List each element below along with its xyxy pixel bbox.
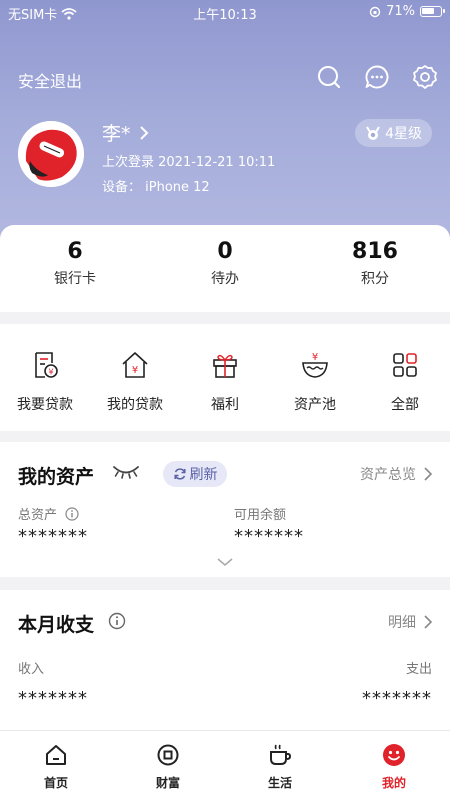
stat-bank-cards[interactable]: 6 银行卡 — [0, 239, 150, 288]
device-info: 设备： iPhone 12 — [102, 180, 210, 195]
star-level-label: 4星级 — [385, 126, 422, 142]
tab-label: 生活 — [267, 776, 292, 790]
user-name-row[interactable]: 李* — [102, 119, 149, 146]
home-icon — [46, 745, 66, 765]
profile-section: 李* 上次登录 2021-12-21 10:11 设备： iPhone 12 4… — [0, 115, 450, 205]
available-balance-label: 可用余额 — [234, 508, 287, 523]
chevron-down-icon[interactable] — [215, 556, 235, 568]
coffee-icon — [270, 744, 292, 765]
total-assets-label-row: 总资产 — [18, 504, 79, 523]
search-icon[interactable] — [316, 64, 342, 90]
refresh-icon — [173, 468, 186, 480]
top-nav: 安全退出 — [0, 62, 450, 94]
quick-actions: ¥ 我要贷款 ¥ 我的贷款 福利 ¥ 资产池 全部 — [0, 324, 450, 431]
total-assets-label: 总资产 — [18, 508, 58, 523]
orientation-lock-icon — [369, 6, 381, 17]
avatar[interactable] — [18, 121, 84, 187]
info-icon[interactable] — [65, 506, 79, 521]
stat-value: 816 — [352, 239, 398, 264]
quick-action-label: 福利 — [211, 397, 239, 413]
stat-points[interactable]: 816 积分 — [300, 239, 450, 288]
chevron-right-icon — [424, 615, 432, 629]
asset-overview-link[interactable]: 资产总览 — [360, 464, 432, 484]
income-label: 收入 — [18, 662, 45, 677]
asset-pool-icon: ¥ — [302, 352, 328, 378]
tab-bar: 首页 财富 生活 我的 — [0, 730, 450, 800]
monthly-section: 本月收支 明细 收入 支出 ******* ******* — [0, 590, 450, 730]
loan-apply-icon: ¥ — [35, 352, 58, 378]
quick-action-label: 全部 — [391, 397, 419, 413]
status-bar: 无SIM卡 上午10:13 71% — [0, 0, 450, 24]
quick-action-label: 我的贷款 — [107, 397, 163, 413]
stat-label: 银行卡 — [54, 271, 96, 287]
refresh-button[interactable]: 刷新 — [163, 461, 227, 487]
quick-action-label: 我要贷款 — [17, 397, 73, 413]
chevron-right-icon — [424, 467, 432, 481]
clock: 上午10:13 — [193, 8, 257, 23]
wealth-icon — [157, 744, 179, 766]
chevron-right-icon — [139, 125, 148, 140]
stat-todo[interactable]: 0 待办 — [150, 239, 300, 288]
tab-mine[interactable]: 我的 — [338, 743, 450, 791]
tab-label: 财富 — [155, 776, 180, 790]
quick-action-asset-pool[interactable]: ¥ 资产池 — [270, 350, 360, 414]
info-icon[interactable] — [108, 612, 126, 630]
svg-text:¥: ¥ — [312, 352, 318, 363]
my-loan-icon: ¥ — [122, 352, 148, 378]
total-assets-value: ******* — [18, 526, 88, 547]
stats-card: 6 银行卡 0 待办 816 积分 — [0, 225, 450, 312]
quick-action-welfare[interactable]: 福利 — [180, 350, 270, 414]
quick-action-my-loan[interactable]: ¥ 我的贷款 — [90, 350, 180, 414]
overview-label: 资产总览 — [360, 467, 416, 483]
tab-life[interactable]: 生活 — [224, 743, 336, 791]
quick-action-label: 资产池 — [294, 397, 336, 413]
settings-icon[interactable] — [412, 64, 438, 90]
stat-value: 6 — [67, 239, 83, 264]
battery-icon — [420, 6, 445, 17]
detail-label: 明细 — [388, 615, 416, 631]
star-level-badge[interactable]: 4星级 — [355, 119, 432, 147]
last-login: 上次登录 2021-12-21 10:11 — [102, 155, 276, 170]
bank-logo-icon — [18, 121, 84, 187]
income-value: ******* — [18, 688, 88, 709]
tab-home[interactable]: 首页 — [0, 743, 112, 791]
tab-wealth[interactable]: 财富 — [112, 743, 224, 791]
quick-action-loan-apply[interactable]: ¥ 我要贷款 — [0, 350, 90, 414]
stat-label: 积分 — [361, 271, 389, 287]
battery-percent: 71% — [386, 4, 415, 19]
medal-icon — [366, 126, 380, 140]
expense-value: ******* — [362, 688, 432, 709]
message-icon[interactable] — [364, 64, 390, 90]
expense-label: 支出 — [405, 662, 432, 677]
quick-action-all[interactable]: 全部 — [360, 350, 450, 414]
tab-label: 我的 — [381, 776, 406, 790]
tab-label: 首页 — [43, 776, 68, 790]
svg-text:¥: ¥ — [48, 368, 53, 377]
available-balance-value: ******* — [234, 526, 304, 547]
eye-closed-icon[interactable] — [112, 464, 140, 480]
grid-icon — [393, 353, 417, 377]
refresh-label: 刷新 — [189, 467, 218, 483]
monthly-title: 本月收支 — [18, 614, 95, 636]
assets-section: 我的资产 刷新 资产总览 总资产 ******* 可用余额 ******* — [0, 442, 450, 577]
gift-icon — [213, 354, 237, 378]
stat-label: 待办 — [211, 271, 239, 287]
user-name: 李* — [102, 123, 131, 145]
assets-title: 我的资产 — [18, 466, 95, 488]
svg-text:¥: ¥ — [132, 365, 138, 376]
stat-value: 0 — [217, 239, 233, 264]
logout-button[interactable]: 安全退出 — [18, 68, 82, 92]
profile-icon — [383, 744, 405, 766]
monthly-detail-link[interactable]: 明细 — [388, 612, 432, 632]
